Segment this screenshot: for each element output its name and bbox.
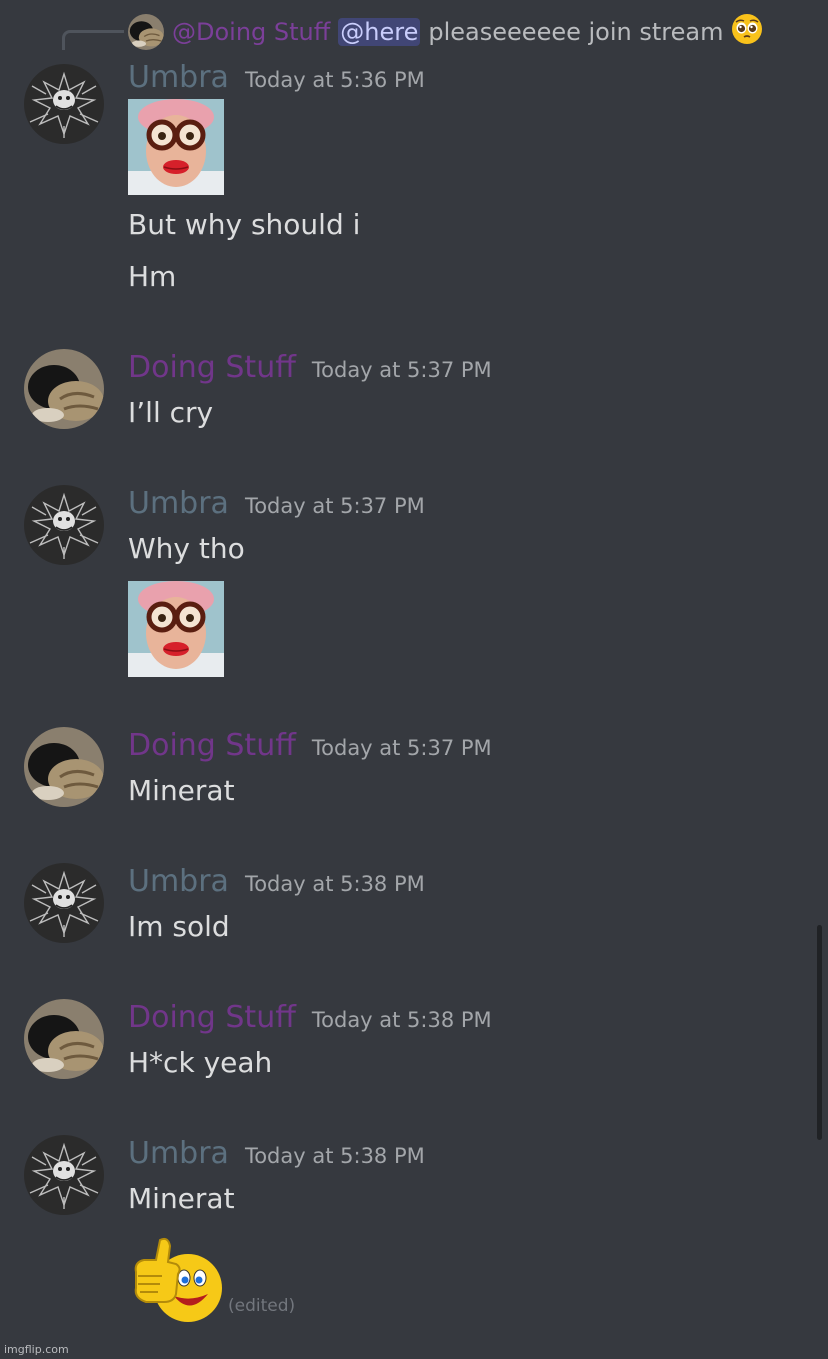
message-text: But why should i [128, 208, 361, 241]
timestamp: Today at 5:37 PM [311, 358, 492, 382]
author-name[interactable]: Doing Stuff [128, 1000, 296, 1035]
message-text: I’ll cry [128, 396, 214, 429]
doing-stuff-avatar[interactable] [24, 727, 104, 807]
message-header: Doing Stuff Today at 5:37 PM [128, 350, 492, 385]
pleading-face-emoji [731, 13, 763, 51]
reply-author[interactable]: @Doing Stuff [172, 18, 330, 46]
message-text: Minerat [128, 774, 235, 807]
reply-text: pleaseeeeee join stream [428, 18, 724, 46]
timestamp: Today at 5:38 PM [244, 872, 425, 896]
author-name[interactable]: Umbra [128, 864, 229, 899]
author-name[interactable]: Doing Stuff [128, 728, 296, 763]
timestamp: Today at 5:38 PM [311, 1008, 492, 1032]
grandma-glasses-image[interactable] [128, 99, 224, 195]
message-text: Why tho [128, 532, 245, 565]
message-header: Doing Stuff Today at 5:38 PM [128, 1000, 492, 1035]
message-text: Im sold [128, 910, 230, 943]
edited-label: (edited) [228, 1296, 296, 1316]
umbra-avatar[interactable] [24, 863, 104, 943]
author-name[interactable]: Umbra [128, 486, 229, 521]
message-header: Doing Stuff Today at 5:37 PM [128, 728, 492, 763]
author-name[interactable]: Doing Stuff [128, 350, 296, 385]
message-text: Minerat [128, 1182, 235, 1215]
message-text: H*ck yeah [128, 1046, 273, 1079]
message-header: Umbra Today at 5:38 PM [128, 864, 425, 899]
umbra-avatar[interactable] [24, 1135, 104, 1215]
umbra-avatar[interactable] [24, 485, 104, 565]
doing-stuff-avatar[interactable] [24, 349, 104, 429]
reply-avatar [128, 14, 164, 50]
doing-stuff-avatar[interactable] [24, 999, 104, 1079]
timestamp: Today at 5:37 PM [311, 736, 492, 760]
grandma-glasses-image[interactable] [128, 581, 224, 677]
here-mention[interactable]: @here [338, 18, 421, 46]
thumbs-up-smiley-emoji[interactable] [128, 1232, 224, 1328]
author-name[interactable]: Umbra [128, 1136, 229, 1171]
scrollbar-thumb[interactable] [817, 925, 822, 1140]
message-header: Umbra Today at 5:37 PM [128, 486, 425, 521]
message-header: Umbra Today at 5:36 PM [128, 60, 425, 95]
imgflip-watermark: imgflip.com [4, 1343, 69, 1356]
author-name[interactable]: Umbra [128, 60, 229, 95]
timestamp: Today at 5:38 PM [244, 1144, 425, 1168]
timestamp: Today at 5:36 PM [244, 68, 425, 92]
umbra-avatar[interactable] [24, 64, 104, 144]
timestamp: Today at 5:37 PM [244, 494, 425, 518]
message-header: Umbra Today at 5:38 PM [128, 1136, 425, 1171]
reply-preview[interactable]: @Doing Stuff @here pleaseeeeee join stre… [128, 12, 763, 52]
reply-connector [62, 30, 124, 50]
message-text: Hm [128, 260, 177, 293]
